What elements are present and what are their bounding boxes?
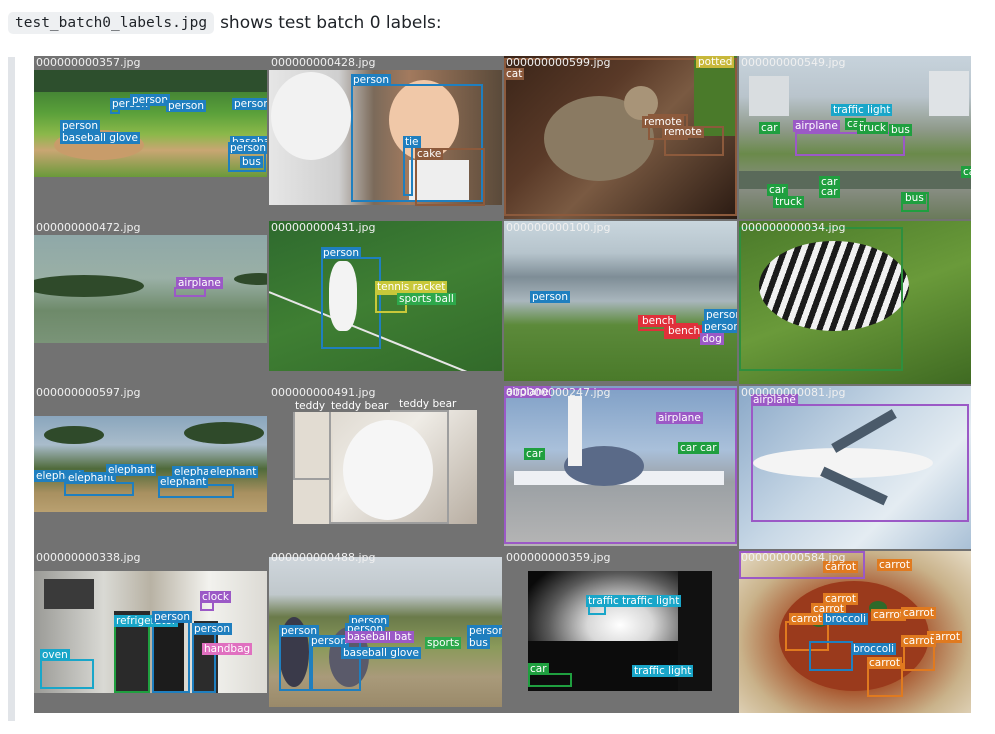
mosaic-tile: 000000000488.jpg person person person pe… [269,551,502,713]
tile-filename: 000000000472.jpg [36,221,141,234]
bbox-label: teddy bear [397,398,459,410]
bbox-label: sports [425,637,462,649]
bbox-label: tie [403,136,421,148]
bbox-label: bus [240,156,263,168]
tile-filename: 000000000491.jpg [271,386,376,399]
tile-filename: 000000000081.jpg [741,386,846,399]
bbox-label: person [467,625,502,637]
blockquote-bar [8,57,15,721]
bbox-label: person [704,309,737,321]
bbox-label: person [309,635,349,647]
bbox-label: sports ball [397,293,456,305]
bbox-label: oven [40,649,70,661]
bbox-label: carrot [867,657,902,669]
bbox-label: traffic light [632,665,694,677]
bbox-label: carrot [877,559,912,571]
bbox-label: car [528,663,549,675]
bbox-label: person [192,623,232,635]
bbox-label: carrot [901,607,936,619]
bbox-label: broccoli [823,613,868,625]
mosaic-tile: 000000000428.jpg person tie cake [269,56,502,219]
mosaic-tile: 000000000549.jpg traffic light car airpl… [739,56,971,219]
mosaic-tile: 000000000247.jpg airplane airplane car c… [504,386,737,549]
bbox-label: remote [662,126,704,138]
bbox-label: tennis racket [375,281,448,293]
tile-filename: 000000000549.jpg [741,56,846,69]
tile-filename: 000000000428.jpg [271,56,376,69]
bbox-label: person [228,142,267,154]
bbox-label: potted [696,56,735,68]
tile-filename: 000000000597.jpg [36,386,141,399]
tile-filename: 000000000431.jpg [271,221,376,234]
bbox-label: person [702,321,737,333]
bbox-label: person [130,94,170,106]
bbox-label: person [60,120,100,132]
bbox-label: person [321,247,361,259]
bbox-label: car [819,186,840,198]
bbox-label: person [232,98,267,110]
mosaic-tile: 000000000338.jpg clock refrigerator pers… [34,551,267,713]
bbox-label: elephant [158,476,209,488]
mosaic-tile: 000000000599.jpg cat potted remote remot… [504,56,737,219]
mosaic-tile: 000000000359.jpg traffic light traffic l… [504,551,737,713]
bbox-label: cake [415,148,444,160]
tile-filename: 000000000359.jpg [506,551,611,564]
tile-filename: 000000000584.jpg [741,551,846,564]
bbox-label: bus [889,124,912,136]
mosaic-tile: 000000000431.jpg person tennis racket sp… [269,221,502,384]
bbox-label: car [698,442,719,454]
filename-code: test_batch0_labels.jpg [8,12,215,34]
tile-filename: 000000000488.jpg [271,551,376,564]
bbox-label: airplane [793,120,840,132]
tile-filename: 000000000357.jpg [36,56,141,69]
mosaic-tile: 000000000491.jpg teddy bear teddy bear t… [269,386,502,549]
bbox-label: elephant [208,466,259,478]
bbox-label: bench [666,325,703,337]
bbox-label: airplane [656,412,703,424]
bbox-label: person [530,291,570,303]
bbox-label: car [759,122,780,134]
tile-filename: 000000000338.jpg [36,551,141,564]
mosaic-tile: 000000000597.jpg elephant elephant eleph… [34,386,267,549]
mosaic-tile: 000000000584.jpg carrot carrot carrot ca… [739,551,971,713]
bbox-label: clock [200,591,231,603]
bbox-label: traffic light [831,104,893,116]
bbox-label: baseball glove [60,132,140,144]
caption-text: shows test batch 0 labels: [220,13,442,33]
bbox-label: broccoli [851,643,896,655]
tile-filename: 000000000034.jpg [741,221,846,234]
bbox-label: truck [857,122,888,134]
mosaic-tile: 000000000081.jpg airplane [739,386,971,549]
bbox-label: car [524,448,545,460]
bbox-label: car [767,184,788,196]
labels-mosaic-image: 000000000357.jpg person person person pe… [34,56,971,713]
bbox-label: carrot [901,635,936,647]
tile-filename: 000000000599.jpg [506,56,611,69]
tile-filename: 000000000100.jpg [506,221,611,234]
bbox-label: bus [467,637,490,649]
tile-photo [34,235,267,343]
bbox-label: handbag [202,643,253,655]
bbox-label: elephant [106,464,157,476]
bbox-label: traffic light [620,595,682,607]
bbox-label: baseball glove [341,647,421,659]
caption-line: test_batch0_labels.jpg shows test batch … [8,10,442,36]
mosaic-tile: 000000000472.jpg airplane [34,221,267,384]
tile-filename: 000000000247.jpg [506,386,611,399]
bbox-label: car [678,442,699,454]
mosaic-tile: 000000000100.jpg person bench bench pers… [504,221,737,384]
bbox-label: truck [773,196,804,208]
bbox-label: dog [700,333,724,345]
bbox-label: person [152,611,192,623]
mosaic-tile: 000000000034.jpg [739,221,971,384]
mosaic-tile: 000000000357.jpg person person person pe… [34,56,267,219]
bbox-label: baseball bat [345,631,414,643]
bbox-label: person [351,74,391,86]
bbox-label: airplane [176,277,223,289]
bbox-label: teddy bear [329,400,391,412]
bbox-label: person [166,100,206,112]
bbox-label: bus [903,192,926,204]
bbox-label: car [961,166,971,178]
bbox-label: carrot [789,613,824,625]
